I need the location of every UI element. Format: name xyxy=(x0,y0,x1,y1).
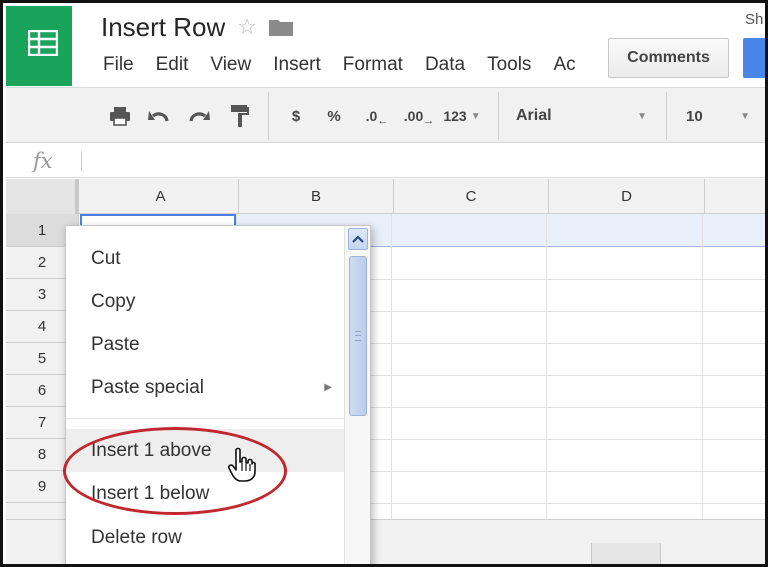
decrease-decimal-button[interactable]: .0 ← xyxy=(360,88,394,144)
formula-divider xyxy=(81,151,82,171)
menu-item-label: Paste xyxy=(91,333,140,355)
column-header-a[interactable]: A xyxy=(83,179,239,214)
paint-format-icon xyxy=(231,105,249,127)
share-label: Sh xyxy=(745,11,764,28)
arrow-right-icon: → xyxy=(423,115,435,127)
column-header-c[interactable]: C xyxy=(394,179,549,214)
print-icon xyxy=(110,107,130,126)
grid-line xyxy=(391,214,392,519)
submenu-arrow-icon: ▶ xyxy=(324,382,332,393)
font-size-value: 10 xyxy=(686,107,703,125)
menu-item-label: Delete row xyxy=(91,526,182,548)
menu-item-paste[interactable]: Paste xyxy=(66,323,344,366)
app-frame: Insert Row ☆ File Edit View Insert Forma… xyxy=(0,0,768,567)
grip-icon xyxy=(355,331,361,341)
menu-separator xyxy=(66,418,344,419)
fx-icon: fx xyxy=(33,149,53,173)
menubar: File Edit View Insert Format Data Tools … xyxy=(103,53,598,77)
menu-item-delete-row[interactable]: Delete row xyxy=(66,516,344,559)
chevron-down-icon: ▼ xyxy=(470,110,481,122)
menu-view[interactable]: View xyxy=(210,54,251,76)
chevron-up-icon xyxy=(352,235,364,243)
font-size-select[interactable]: 10 ▼ xyxy=(686,88,754,144)
undo-button[interactable] xyxy=(144,88,174,144)
star-icon[interactable]: ☆ xyxy=(237,16,257,38)
more-formats-button[interactable]: 123 ▼ xyxy=(438,88,486,144)
toolbar: $ % .0 ← .00 → 123 ▼ Arial ▼ 10 ▼ xyxy=(6,87,765,144)
column-header-b[interactable]: B xyxy=(239,179,394,214)
redo-button[interactable] xyxy=(184,88,214,144)
select-all-corner[interactable] xyxy=(6,179,79,214)
menu-item-cut[interactable]: Cut xyxy=(66,237,344,280)
comments-button[interactable]: Comments xyxy=(608,38,729,78)
font-family-select[interactable]: Arial ▼ xyxy=(516,88,651,144)
more-formats-label: 123 xyxy=(443,108,467,124)
menu-format[interactable]: Format xyxy=(343,54,403,76)
menu-tools[interactable]: Tools xyxy=(487,54,531,76)
sheets-logo-icon xyxy=(28,30,58,56)
formula-bar: fx xyxy=(6,144,765,178)
hand-cursor-icon xyxy=(228,447,256,482)
sheets-logo[interactable] xyxy=(6,6,72,86)
title-row: Insert Row ☆ xyxy=(101,11,293,43)
arrow-left-icon: ← xyxy=(377,115,389,127)
toolbar-separator xyxy=(666,92,667,140)
percent-button[interactable]: % xyxy=(322,88,346,144)
formula-input[interactable] xyxy=(90,150,760,172)
sheet-tab[interactable] xyxy=(591,543,661,564)
menu-item-label: Cut xyxy=(91,247,121,269)
toolbar-separator xyxy=(498,92,499,140)
currency-button[interactable]: $ xyxy=(284,88,308,144)
column-header-d[interactable]: D xyxy=(549,179,705,214)
menu-addons[interactable]: Ac xyxy=(553,54,575,76)
menu-item-paste-special[interactable]: Paste special ▶ xyxy=(66,366,344,409)
grid-line xyxy=(702,214,703,519)
decrease-decimal-label: .0 xyxy=(365,108,378,124)
menu-item-copy[interactable]: Copy xyxy=(66,280,344,323)
increase-decimal-button[interactable]: .00 → xyxy=(400,88,438,144)
context-menu: Cut Copy Paste Paste special ▶ Insert 1 … xyxy=(65,225,371,564)
menu-insert[interactable]: Insert xyxy=(273,54,321,76)
menu-scrollbar[interactable] xyxy=(344,226,370,564)
print-button[interactable] xyxy=(106,88,134,144)
menu-item-label: Paste special xyxy=(91,376,205,398)
menu-file[interactable]: File xyxy=(103,54,134,76)
toolbar-separator xyxy=(268,92,269,140)
scroll-up-button[interactable] xyxy=(348,228,368,250)
document-title[interactable]: Insert Row xyxy=(101,12,225,43)
increase-decimal-label: .00 xyxy=(403,108,424,124)
menu-data[interactable]: Data xyxy=(425,54,465,76)
font-family-value: Arial xyxy=(516,107,552,124)
undo-icon xyxy=(148,111,169,122)
chevron-down-icon: ▼ xyxy=(740,110,750,122)
paint-format-button[interactable] xyxy=(226,88,254,144)
chevron-down-icon: ▼ xyxy=(637,110,647,122)
folder-icon[interactable] xyxy=(269,18,293,36)
share-button[interactable] xyxy=(743,38,765,78)
menu-edit[interactable]: Edit xyxy=(156,54,189,76)
redo-icon xyxy=(189,111,210,122)
column-header-row: A B C D xyxy=(6,179,765,214)
grid-line xyxy=(546,214,547,519)
scroll-thumb[interactable] xyxy=(349,256,367,416)
menu-item-label: Copy xyxy=(91,290,136,312)
